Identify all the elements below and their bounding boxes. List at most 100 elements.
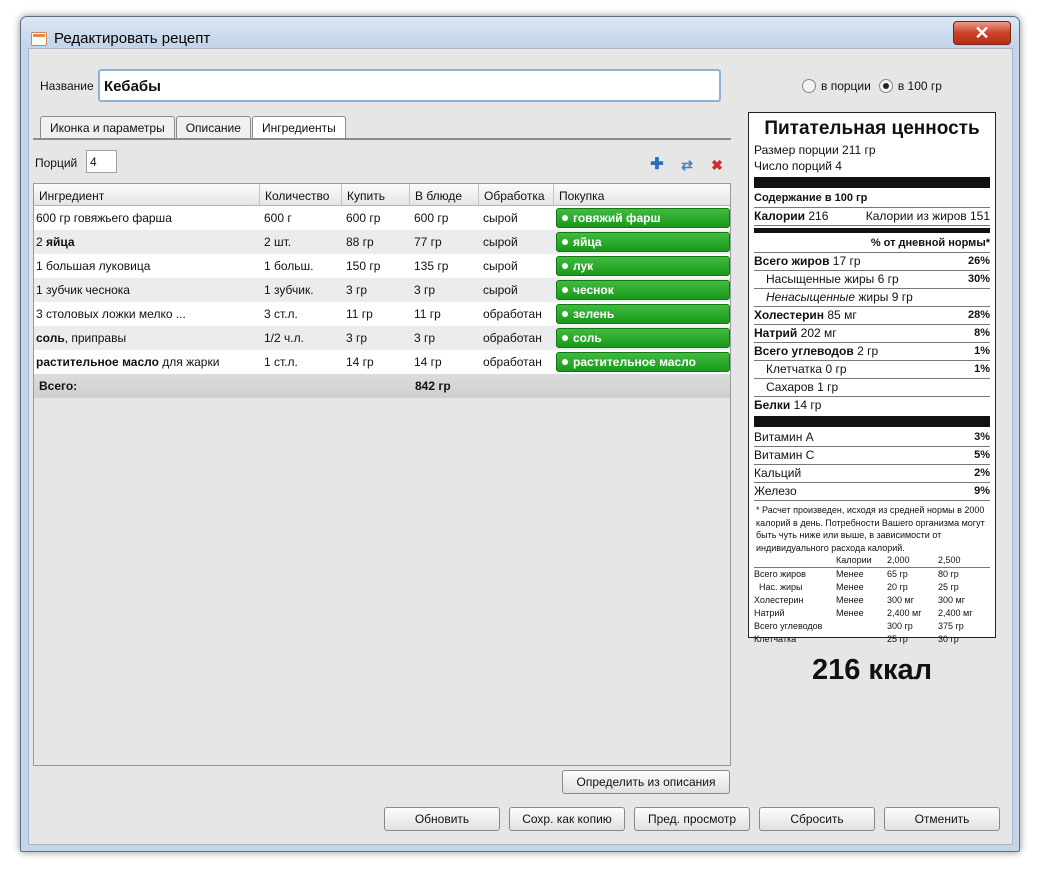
radio-per-100g-label: в 100 гр bbox=[897, 79, 942, 93]
cancel-button[interactable]: Отменить bbox=[884, 807, 1000, 831]
col-header-ingredient[interactable]: Ингредиент bbox=[34, 184, 260, 205]
close-button[interactable]: ✕ bbox=[953, 21, 1011, 45]
recipe-window-icon bbox=[31, 32, 47, 46]
ingredient-text: 3 столовых ложки мелко ... bbox=[36, 307, 186, 321]
daily-value-text: % от дневной нормы* bbox=[870, 237, 990, 249]
footer-cell: Нас. жиры bbox=[754, 582, 803, 592]
footer-table-row: Всего углеводов 300 гр 375 гр bbox=[754, 620, 990, 633]
vitamin-row: Витамин A 3% bbox=[754, 429, 990, 447]
purchase-cell: чеснок bbox=[554, 280, 730, 300]
vitamin-pct: 2% bbox=[974, 467, 990, 479]
title-bar[interactable]: Редактировать рецепт ✕ bbox=[21, 17, 1019, 47]
nutrient-name: Холестерин bbox=[754, 308, 825, 322]
calories-label: Калории bbox=[754, 209, 806, 223]
purchase-cell: соль bbox=[554, 328, 730, 348]
processing-cell: обработан bbox=[483, 355, 542, 369]
purchase-link[interactable]: чеснок bbox=[556, 280, 730, 300]
save-copy-button[interactable]: Сохр. как копию bbox=[509, 807, 625, 831]
footer-table-row: Клетчатка 25 гр 30 гр bbox=[754, 633, 990, 646]
purchase-link[interactable]: зелень bbox=[556, 304, 730, 324]
in-dish-cell: 14 гр bbox=[414, 355, 442, 369]
refresh-icon[interactable]: ⇄ bbox=[680, 157, 694, 174]
radio-per-portion-circle[interactable] bbox=[802, 79, 816, 93]
thick-divider bbox=[754, 177, 990, 188]
col-header-in-dish[interactable]: В блюде bbox=[410, 184, 479, 205]
footer-cell: Менее bbox=[836, 569, 864, 579]
vitamin-pct: 5% bbox=[974, 449, 990, 461]
nutrient-value: Сахаров 1 гр bbox=[766, 380, 839, 394]
table-row[interactable]: 1 зубчик чеснока 1 зубчик. 3 гр 3 гр сыр… bbox=[34, 278, 730, 302]
table-row[interactable]: 600 гр говяжьего фарша 600 г 600 гр 600 … bbox=[34, 206, 730, 230]
tab-divider bbox=[33, 138, 731, 140]
tab-ingredients[interactable]: Ингредиенты bbox=[251, 116, 346, 139]
footer-cell: 375 гр bbox=[938, 621, 964, 631]
nutrient-value: жиры 9 гр bbox=[855, 290, 913, 304]
content-per-header: Содержание в 100 гр bbox=[754, 190, 990, 208]
tab-icon-params[interactable]: Иконка и параметры bbox=[40, 116, 175, 138]
tab-description[interactable]: Описание bbox=[175, 116, 251, 138]
buy-cell: 3 гр bbox=[346, 331, 368, 345]
purchase-link[interactable]: яйца bbox=[556, 232, 730, 252]
col-header-purchase[interactable]: Покупка bbox=[554, 184, 730, 205]
col-header-quantity[interactable]: Количество bbox=[260, 184, 342, 205]
radio-per-100g-circle[interactable] bbox=[878, 79, 893, 93]
footer-cell bbox=[754, 554, 836, 567]
buy-cell: 3 гр bbox=[346, 283, 368, 297]
in-dish-cell: 3 гр bbox=[414, 283, 436, 297]
footer-cell: 2,000 bbox=[887, 555, 910, 565]
nutrient-pct: 1% bbox=[974, 363, 990, 375]
footer-cell: 80 гр bbox=[938, 569, 959, 579]
reset-button[interactable]: Сбросить bbox=[759, 807, 875, 831]
delete-icon[interactable]: ✖ bbox=[710, 157, 724, 174]
ingredient-bold-text: растительное масло bbox=[36, 355, 159, 369]
nutrient-row: Белки 14 гр bbox=[754, 397, 990, 415]
nutrition-facts-label: Питательная ценность Размер порции 211 г… bbox=[748, 112, 996, 644]
ingredient-cell: 2 яйца bbox=[34, 235, 260, 249]
add-icon[interactable]: ✚ bbox=[650, 154, 664, 174]
radio-per-portion[interactable]: в порции bbox=[802, 79, 871, 93]
col-header-processing[interactable]: Обработка bbox=[479, 184, 554, 205]
nutrient-value: 17 гр bbox=[829, 254, 861, 268]
recipe-name-input[interactable]: Кебабы bbox=[98, 69, 721, 102]
purchase-link[interactable]: лук bbox=[556, 256, 730, 276]
nutrient-value: Насыщенные жиры 6 гр bbox=[766, 272, 899, 286]
preview-button[interactable]: Пред. просмотр bbox=[634, 807, 750, 831]
vitamin-name: Кальций bbox=[754, 466, 802, 480]
buy-cell: 150 гр bbox=[346, 259, 381, 273]
purchase-link[interactable]: говяжий фарш bbox=[556, 208, 730, 228]
medium-divider bbox=[754, 228, 990, 233]
footer-cell: 2,400 мг bbox=[938, 608, 973, 618]
nutrient-cell: Белки 14 гр bbox=[754, 397, 821, 415]
footer-cell: 65 гр bbox=[887, 569, 908, 579]
detect-from-description-button[interactable]: Определить из описания bbox=[562, 770, 730, 794]
nutrient-row: Насыщенные жиры 6 гр 30% bbox=[754, 271, 990, 289]
quantity-cell: 1 больш. bbox=[264, 259, 314, 273]
radio-per-100g[interactable]: в 100 гр bbox=[878, 79, 942, 93]
portions-input[interactable]: 4 bbox=[86, 150, 117, 173]
ingredient-text: 1 зубчик чеснока bbox=[36, 283, 130, 297]
footer-cell: 300 мг bbox=[887, 595, 914, 605]
col-header-buy[interactable]: Купить bbox=[342, 184, 410, 205]
thick-divider bbox=[754, 416, 990, 427]
calories-from-fat: Калории из жиров 151 bbox=[865, 209, 990, 223]
footer-cell: 300 мг bbox=[938, 595, 965, 605]
purchase-link[interactable]: соль bbox=[556, 328, 730, 348]
ingredient-bold-text: яйца bbox=[46, 235, 75, 249]
nutrient-value: Клетчатка 0 гр bbox=[766, 362, 847, 376]
table-row[interactable]: 2 яйца 2 шт. 88 гр 77 гр сырой яйца bbox=[34, 230, 730, 254]
ingredient-text: , приправы bbox=[64, 331, 127, 345]
footer-cell: Холестерин bbox=[754, 595, 804, 605]
nutrient-name: Всего жиров bbox=[754, 254, 830, 268]
table-header: Ингредиент Количество Купить В блюде Обр… bbox=[34, 184, 730, 206]
table-row[interactable]: соль, приправы 1/2 ч.л. 3 гр 3 гр обрабо… bbox=[34, 326, 730, 350]
ingredient-cell: соль, приправы bbox=[34, 331, 260, 345]
nutrient-row: Холестерин 85 мг 28% bbox=[754, 307, 990, 325]
update-button[interactable]: Обновить bbox=[384, 807, 500, 831]
table-row[interactable]: 3 столовых ложки мелко ... 3 ст.л. 11 гр… bbox=[34, 302, 730, 326]
table-row[interactable]: 1 большая луковица 1 больш. 150 гр 135 г… bbox=[34, 254, 730, 278]
purchase-link[interactable]: растительное масло bbox=[556, 352, 730, 372]
footer-cell: 25 гр bbox=[887, 634, 908, 644]
table-row[interactable]: растительное масло для жарки 1 ст.л. 14 … bbox=[34, 350, 730, 374]
ingredient-cell: 600 гр говяжьего фарша bbox=[34, 211, 260, 225]
footer-cell bbox=[836, 620, 887, 633]
